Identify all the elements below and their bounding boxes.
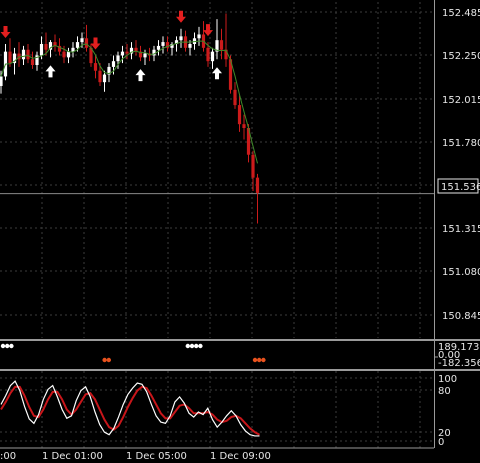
stoch-axis-label: 80 — [438, 386, 451, 397]
candle-body — [26, 49, 30, 60]
candle-body — [62, 51, 66, 58]
white-dot — [189, 343, 195, 349]
stoch-axis-label: 100 — [438, 374, 457, 385]
sell-arrow-icon — [0, 26, 11, 38]
orange-dot — [261, 357, 266, 363]
candle-body — [98, 70, 102, 83]
moving-average-path — [0, 40, 258, 164]
current-price-label: 151.536 — [441, 182, 480, 193]
white-dot — [194, 343, 199, 349]
sell-arrow-icon — [203, 24, 213, 37]
white-dot — [5, 343, 10, 349]
sell-arrow-icon — [90, 37, 101, 50]
buy-arrow-icon — [45, 65, 56, 78]
time-axis-label: 1 Dec 05:00 — [126, 451, 187, 462]
time-axis-label: :00 — [0, 451, 16, 462]
stochastic-main-line — [0, 380, 260, 437]
candle-body — [210, 51, 215, 62]
white-dot — [198, 343, 203, 349]
candle-body — [143, 53, 147, 58]
panel-frames — [0, 0, 480, 449]
candle-body — [111, 61, 116, 67]
candle-body — [8, 51, 12, 64]
sell-arrow-icon — [176, 10, 186, 23]
price-tick-label: 152.015 — [442, 95, 480, 106]
candle-body — [84, 38, 89, 48]
candle-body — [0, 76, 3, 86]
white-dot — [185, 343, 190, 349]
candle-body — [179, 36, 183, 41]
candle-body — [206, 47, 210, 62]
candle-body — [21, 49, 26, 60]
candle-body — [39, 44, 44, 56]
candle-body — [242, 124, 246, 128]
price-tick-label: 152.485 — [442, 8, 480, 19]
candle-body — [188, 44, 192, 48]
price-tick-label: 151.780 — [442, 138, 480, 149]
candle-body — [80, 38, 84, 43]
candle-body — [102, 74, 107, 83]
stochastic-oscillator — [0, 380, 260, 437]
buy-arrow-icon — [135, 69, 146, 82]
price-tick-label: 152.250 — [442, 51, 480, 62]
candle-series — [0, 13, 260, 224]
candle-body — [116, 55, 120, 62]
orange-dot — [257, 357, 262, 363]
candle-body — [156, 45, 161, 50]
candle-body — [219, 40, 224, 50]
candle-body — [120, 51, 125, 56]
moving-average-line — [0, 40, 258, 164]
white-dot — [0, 343, 6, 349]
candle-body — [75, 42, 80, 48]
candle-body — [255, 177, 260, 193]
candle-body — [251, 154, 255, 178]
time-axis-label: 1 Dec 09:00 — [210, 451, 271, 462]
dots-indicator — [0, 343, 266, 363]
buy-arrow-icon — [212, 67, 222, 80]
candle-body — [237, 105, 242, 125]
price-tick-label: 151.080 — [442, 267, 480, 278]
stoch-axis-label: 0 — [438, 437, 444, 448]
orange-dot — [102, 357, 107, 363]
price-tick-label: 151.315 — [442, 224, 480, 235]
candle-body — [125, 51, 129, 54]
orange-dot — [106, 357, 112, 363]
candle-body — [93, 63, 98, 71]
time-axis-label: 1 Dec 01:00 — [42, 451, 103, 462]
price-tick-label: 150.845 — [442, 311, 480, 322]
candle-body — [161, 42, 165, 46]
candle-body — [66, 51, 71, 58]
candle-body — [30, 59, 35, 65]
dots-axis-label: -182.3569 — [438, 358, 480, 369]
orange-dot — [252, 357, 258, 363]
candle-body — [197, 34, 201, 39]
trading-chart[interactable]: 152.485 152.250 152.015 151.780 151.315 … — [0, 0, 480, 463]
candle-body — [44, 44, 48, 50]
candle-body — [233, 89, 237, 106]
white-dot — [9, 343, 14, 349]
